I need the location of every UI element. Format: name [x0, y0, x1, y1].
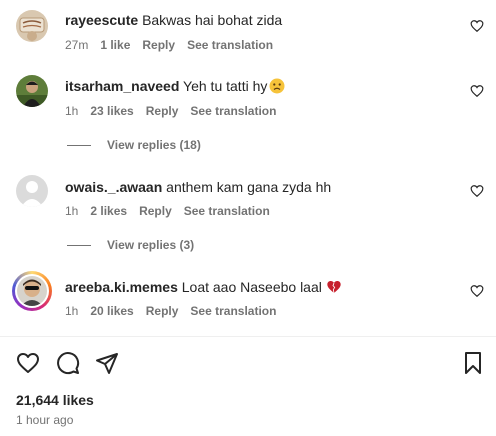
- see-translation-link[interactable]: See translation: [184, 204, 270, 218]
- avatar[interactable]: [16, 75, 48, 107]
- worried-face-icon: [269, 78, 285, 94]
- view-replies-label: View replies (18): [107, 138, 201, 152]
- view-replies-button[interactable]: View replies (18): [67, 138, 201, 152]
- comment-meta: 1h 20 likes Reply See translation: [65, 303, 288, 319]
- comment-username[interactable]: areeba.ki.memes: [65, 279, 178, 295]
- section-divider: [0, 336, 496, 337]
- comment-likes[interactable]: 23 likes: [90, 104, 133, 118]
- comment-like-heart-icon[interactable]: [470, 84, 484, 98]
- reply-button[interactable]: Reply: [142, 38, 175, 52]
- see-translation-link[interactable]: See translation: [190, 104, 276, 118]
- comment-meta: 1h 23 likes Reply See translation: [65, 103, 288, 119]
- avatar[interactable]: [16, 10, 48, 42]
- comment-time: 1h: [65, 304, 79, 318]
- share-paper-plane-icon[interactable]: [95, 351, 119, 375]
- comment-likes[interactable]: 1 like: [100, 38, 130, 52]
- comment-bubble-icon[interactable]: [56, 351, 80, 375]
- see-translation-link[interactable]: See translation: [187, 38, 273, 52]
- comment-username[interactable]: itsarham_naveed: [65, 78, 179, 94]
- comment-likes[interactable]: 20 likes: [90, 304, 133, 318]
- comment-text: Bakwas hai bohat zida: [142, 12, 283, 28]
- comment-line: rayeescute Bakwas hai bohat zida: [65, 11, 282, 29]
- replies-divider-line: [67, 245, 91, 247]
- comment-line: itsarham_naveed Yeh tu tatti hy: [65, 77, 285, 95]
- comment-text: Loat aao Naseebo laal: [181, 279, 322, 295]
- comment-text: anthem kam gana zyda hh: [166, 179, 332, 195]
- avatar-image: [17, 276, 47, 306]
- comment-like-heart-icon[interactable]: [470, 184, 484, 198]
- comment-meta: 1h 2 likes Reply See translation: [65, 203, 282, 219]
- avatar[interactable]: [16, 175, 48, 207]
- post-likes-count[interactable]: 21,644 likes: [16, 392, 94, 408]
- see-translation-link[interactable]: See translation: [190, 304, 276, 318]
- reply-button[interactable]: Reply: [146, 104, 179, 118]
- comment-likes[interactable]: 2 likes: [90, 204, 127, 218]
- story-ring-avatar[interactable]: [12, 271, 52, 311]
- view-replies-label: View replies (3): [107, 238, 195, 252]
- comment-line: owais._.awaan anthem kam gana zyda hh: [65, 178, 331, 196]
- broken-heart-icon: [327, 281, 341, 294]
- view-replies-button[interactable]: View replies (3): [67, 238, 194, 252]
- reply-button[interactable]: Reply: [146, 304, 179, 318]
- like-heart-icon[interactable]: [16, 351, 40, 375]
- default-avatar-image: [16, 175, 48, 207]
- comment-time: 1h: [65, 204, 79, 218]
- comment-username[interactable]: owais._.awaan: [65, 179, 162, 195]
- comment-time: 27m: [65, 38, 89, 52]
- replies-divider-line: [67, 145, 91, 147]
- reply-button[interactable]: Reply: [139, 204, 172, 218]
- comment-line: areeba.ki.memes Loat aao Naseebo laal: [65, 278, 342, 296]
- post-timestamp: 1 hour ago: [16, 413, 74, 427]
- comment-time: 1h: [65, 104, 79, 118]
- save-bookmark-icon[interactable]: [461, 351, 485, 375]
- comment-like-heart-icon[interactable]: [470, 19, 484, 33]
- comment-like-heart-icon[interactable]: [470, 284, 484, 298]
- avatar-image: [16, 75, 48, 107]
- avatar-image: [16, 10, 48, 42]
- comment-meta: 27m 1 like Reply See translation: [65, 37, 285, 53]
- comment-username[interactable]: rayeescute: [65, 12, 138, 28]
- avatar: [17, 276, 47, 306]
- comment-text: Yeh tu tatti hy: [183, 78, 268, 94]
- avatar-border: [15, 274, 49, 308]
